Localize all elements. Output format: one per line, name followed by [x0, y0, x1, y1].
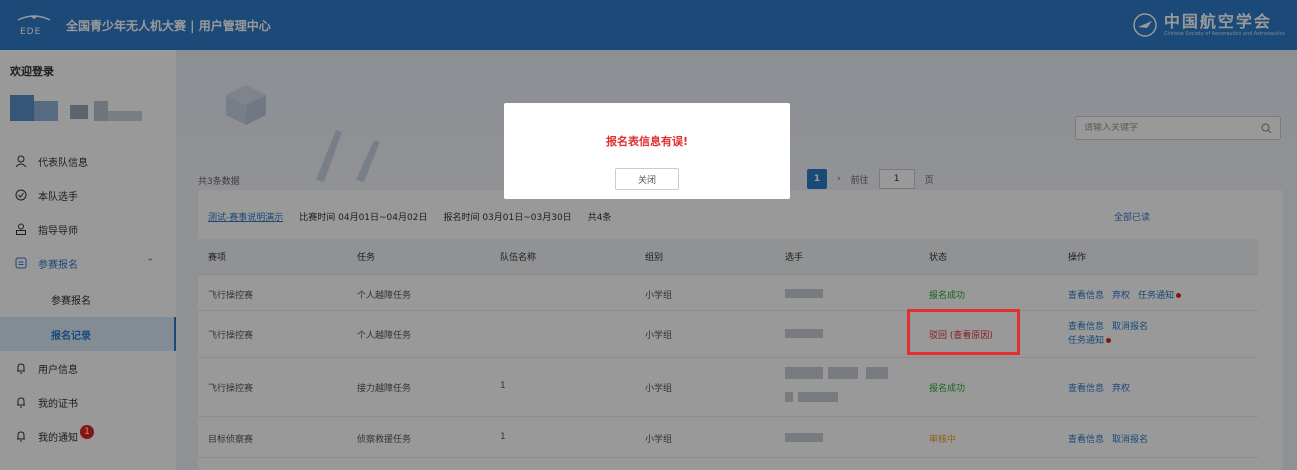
close-button[interactable]: 关闭 — [615, 168, 679, 190]
modal-overlay[interactable] — [0, 0, 1297, 470]
dialog-message: 报名表信息有误! — [605, 135, 689, 148]
error-dialog: 报名表信息有误! 关闭 — [504, 103, 790, 199]
highlight-box — [907, 309, 1020, 355]
